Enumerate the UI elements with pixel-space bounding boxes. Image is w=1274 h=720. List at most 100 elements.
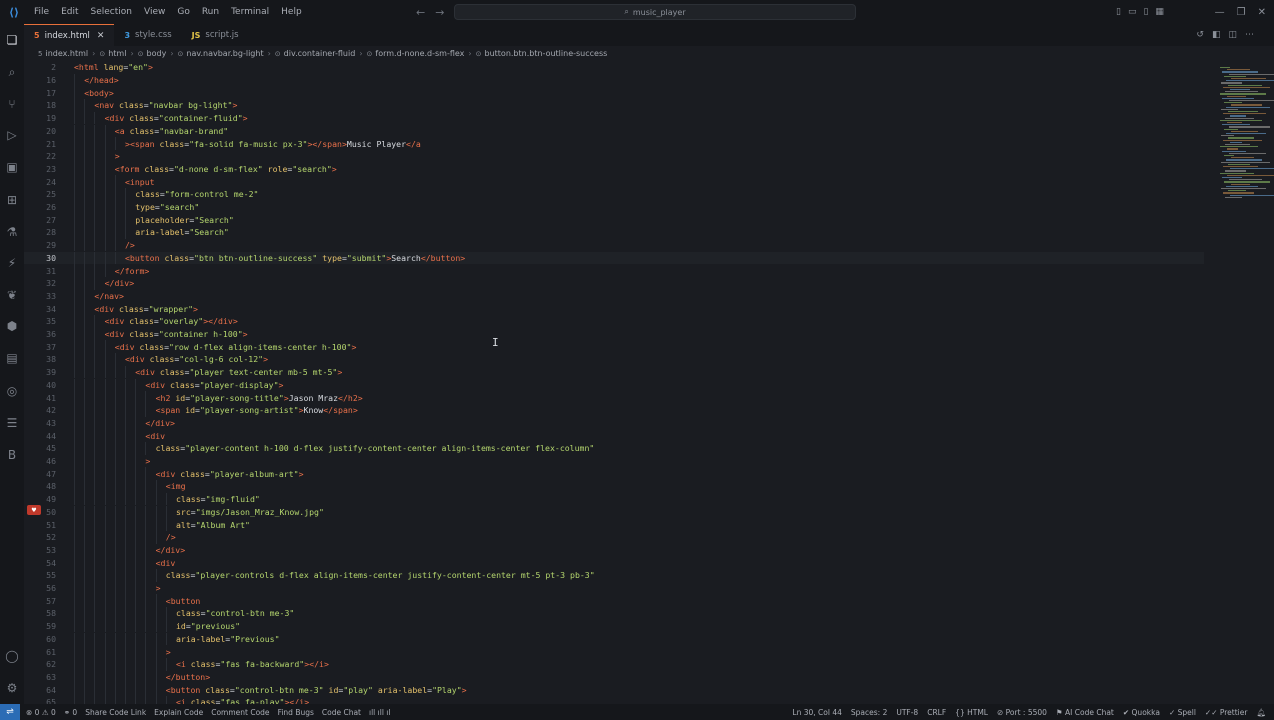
breadcrumb-item[interactable]: ⊙ body — [138, 49, 167, 58]
code-line[interactable]: 25 class="form-control me-2" — [24, 188, 1204, 201]
restore-icon[interactable]: ❐ — [1237, 7, 1246, 18]
code-line[interactable]: 24 <input — [24, 175, 1204, 188]
code-line[interactable]: 16 </head> — [24, 73, 1204, 87]
code-line[interactable]: 50 src="imgs/Jason_Mraz_Know.jpg" — [24, 505, 1204, 519]
timeline-icon[interactable]: ↺ — [1196, 30, 1204, 40]
code-line[interactable]: 22 > — [24, 149, 1204, 163]
outline-icon[interactable]: ☰ — [0, 413, 24, 433]
folder-icon[interactable]: ▤ — [0, 348, 24, 368]
close-icon[interactable]: ✕ — [97, 31, 105, 41]
explain-code-button[interactable]: Explain Code — [154, 708, 203, 717]
code-line[interactable]: 43 </div> — [24, 416, 1204, 430]
code-line[interactable]: 65 <i class="fas fa-play"></i> — [24, 696, 1204, 704]
split-editor-icon[interactable]: ◫ — [1228, 30, 1237, 40]
toggle-panel-icon[interactable]: ▭ — [1128, 7, 1137, 17]
tab-index-html[interactable]: 5 index.html ✕ — [24, 24, 115, 46]
code-line[interactable]: 35 <div class="overlay"></div> — [24, 315, 1204, 328]
customize-layout-icon[interactable]: ▦ — [1155, 7, 1164, 17]
toggle-secondary-sidebar-icon[interactable]: ▯ — [1143, 7, 1148, 17]
find-bugs-button[interactable]: Find Bugs — [278, 708, 314, 717]
code-line[interactable]: 18 <nav class="navbar bg-light"> — [24, 99, 1204, 112]
code-line[interactable]: 20 <a class="navbar-brand" — [24, 124, 1204, 138]
open-preview-icon[interactable]: ◧ — [1212, 30, 1221, 40]
code-line[interactable]: 32 </div> — [24, 276, 1204, 290]
source-control-icon[interactable]: ⑂ — [0, 94, 24, 114]
breadcrumb-item[interactable]: 5 index.html — [38, 49, 88, 58]
menu-edit[interactable]: Edit — [55, 0, 84, 24]
code-editor[interactable]: ♥ 2 <html lang="en"> 16 </head> 17 <body> 18 <n… — [24, 61, 1274, 704]
code-line[interactable]: 44 <div — [24, 429, 1204, 442]
share-code-link-button[interactable]: Share Code Link — [85, 708, 146, 717]
code-line[interactable]: 39 <div class="player text-center mb-5 mt… — [24, 365, 1204, 379]
code-line[interactable]: 27 placeholder="Search" — [24, 213, 1204, 227]
ai-code-chat-button[interactable]: ⚑ AI Code Chat — [1056, 708, 1114, 717]
cursor-position[interactable]: Ln 30, Col 44 — [792, 708, 841, 717]
code-line[interactable]: 60 aria-label="Previous" — [24, 632, 1204, 646]
code-line[interactable]: 54 <div — [24, 556, 1204, 569]
code-line[interactable]: 31 </form> — [24, 264, 1204, 277]
code-line[interactable]: 34 <div class="wrapper"> — [24, 302, 1204, 315]
menu-go[interactable]: Go — [171, 0, 195, 24]
breadcrumb-item[interactable]: ⊙ html — [99, 49, 126, 58]
code-line[interactable]: 47 <div class="player-album-art"> — [24, 467, 1204, 481]
code-line[interactable]: 49 class="img-fluid" — [24, 492, 1204, 506]
code-line[interactable]: 51 alt="Album Art" — [24, 518, 1204, 531]
more-actions-icon[interactable]: ⋯ — [1245, 30, 1254, 40]
tab-style-css[interactable]: 3 style.css — [114, 24, 181, 46]
code-line[interactable]: 17 <body> — [24, 86, 1204, 100]
mongodb-icon[interactable]: ❦ — [0, 285, 24, 305]
tab-script-js[interactable]: JS script.js — [182, 24, 249, 46]
notifications-icon[interactable]: 🔔︎ — [1256, 708, 1266, 717]
code-line[interactable]: 42 <span id="player-song-artist">Know</sp… — [24, 403, 1204, 417]
code-line[interactable]: 19 <div class="container-fluid"> — [24, 111, 1204, 125]
live-server-port[interactable]: ⊘ Port : 5500 — [997, 708, 1047, 717]
code-line[interactable]: 46 > — [24, 454, 1204, 468]
breadcrumb-item[interactable]: ⊙ div.container-fluid — [275, 49, 356, 58]
accounts-icon[interactable]: ◯ — [0, 646, 24, 666]
menu-file[interactable]: File — [28, 0, 55, 24]
code-line[interactable]: 38 <div class="col-lg-6 col-12"> — [24, 353, 1204, 366]
code-chat-button[interactable]: Code Chat — [322, 708, 361, 717]
bookmarks-icon[interactable]: B — [0, 445, 24, 465]
back-arrow-icon[interactable]: ← — [416, 6, 425, 19]
code-line[interactable]: 37 <div class="row d-flex align-items-cen… — [24, 340, 1204, 354]
code-line[interactable]: 61 > — [24, 645, 1204, 658]
code-line[interactable]: 55 class="player-controls d-flex align-it… — [24, 569, 1204, 582]
code-line[interactable]: 36 <div class="container h-100"> — [24, 327, 1204, 341]
run-debug-icon[interactable]: ▷ — [0, 125, 24, 145]
code-line[interactable]: 57 <button — [24, 594, 1204, 608]
end-of-line[interactable]: CRLF — [927, 708, 946, 717]
live-share-icon[interactable]: ⚡ — [0, 253, 24, 273]
code-line[interactable]: 30 <button class="btn btn-outline-success… — [24, 251, 1204, 265]
edge-devtools-icon[interactable]: ◎ — [0, 381, 24, 401]
code-line[interactable]: 62 <i class="fas fa-backward"></i> — [24, 657, 1204, 671]
language-mode[interactable]: {} HTML — [955, 708, 988, 717]
code-line[interactable]: 26 type="search" — [24, 200, 1204, 214]
minimize-icon[interactable]: — — [1215, 7, 1225, 18]
comment-code-button[interactable]: Comment Code — [211, 708, 269, 717]
code-line[interactable]: 33 </nav> — [24, 289, 1204, 303]
prettier-button[interactable]: ✓✓ Prettier — [1205, 708, 1248, 717]
encoding[interactable]: UTF-8 — [896, 708, 918, 717]
explorer-icon[interactable]: ❏ — [0, 30, 24, 50]
code-line[interactable]: 41 <h2 id="player-song-title">Jason Mraz<… — [24, 391, 1204, 404]
menu-view[interactable]: View — [138, 0, 171, 24]
problems-indicator[interactable]: ⊗ 0 ⚠ 0 — [26, 708, 56, 717]
breadcrumb-item[interactable]: ⊙ nav.navbar.bg-light — [178, 49, 264, 58]
quokka-button[interactable]: ✔ Quokka — [1123, 708, 1160, 717]
code-line[interactable]: 23 <form class="d-none d-sm-flex" role="s… — [24, 162, 1204, 176]
code-line[interactable]: 53 </div> — [24, 543, 1204, 557]
remote-explorer-icon[interactable]: ▣ — [0, 157, 24, 177]
code-line[interactable]: 58 class="control-btn me-3" — [24, 607, 1204, 620]
code-line[interactable]: 28 aria-label="Search" — [24, 226, 1204, 239]
code-line[interactable]: 45 class="player-content h-100 d-flex jus… — [24, 442, 1204, 455]
ports-indicator[interactable]: ⚭ 0 — [64, 708, 77, 717]
extensions-icon[interactable]: ⊞ — [0, 190, 24, 210]
code-line[interactable]: 52 /> — [24, 530, 1204, 544]
menu-selection[interactable]: Selection — [85, 0, 138, 24]
python-icon[interactable]: ⬢ — [0, 316, 24, 336]
testing-icon[interactable]: ⚗ — [0, 222, 24, 242]
breadcrumb-item[interactable]: ⊙ form.d-none.d-sm-flex — [367, 49, 465, 58]
indentation[interactable]: Spaces: 2 — [851, 708, 887, 717]
menu-run[interactable]: Run — [196, 0, 225, 24]
